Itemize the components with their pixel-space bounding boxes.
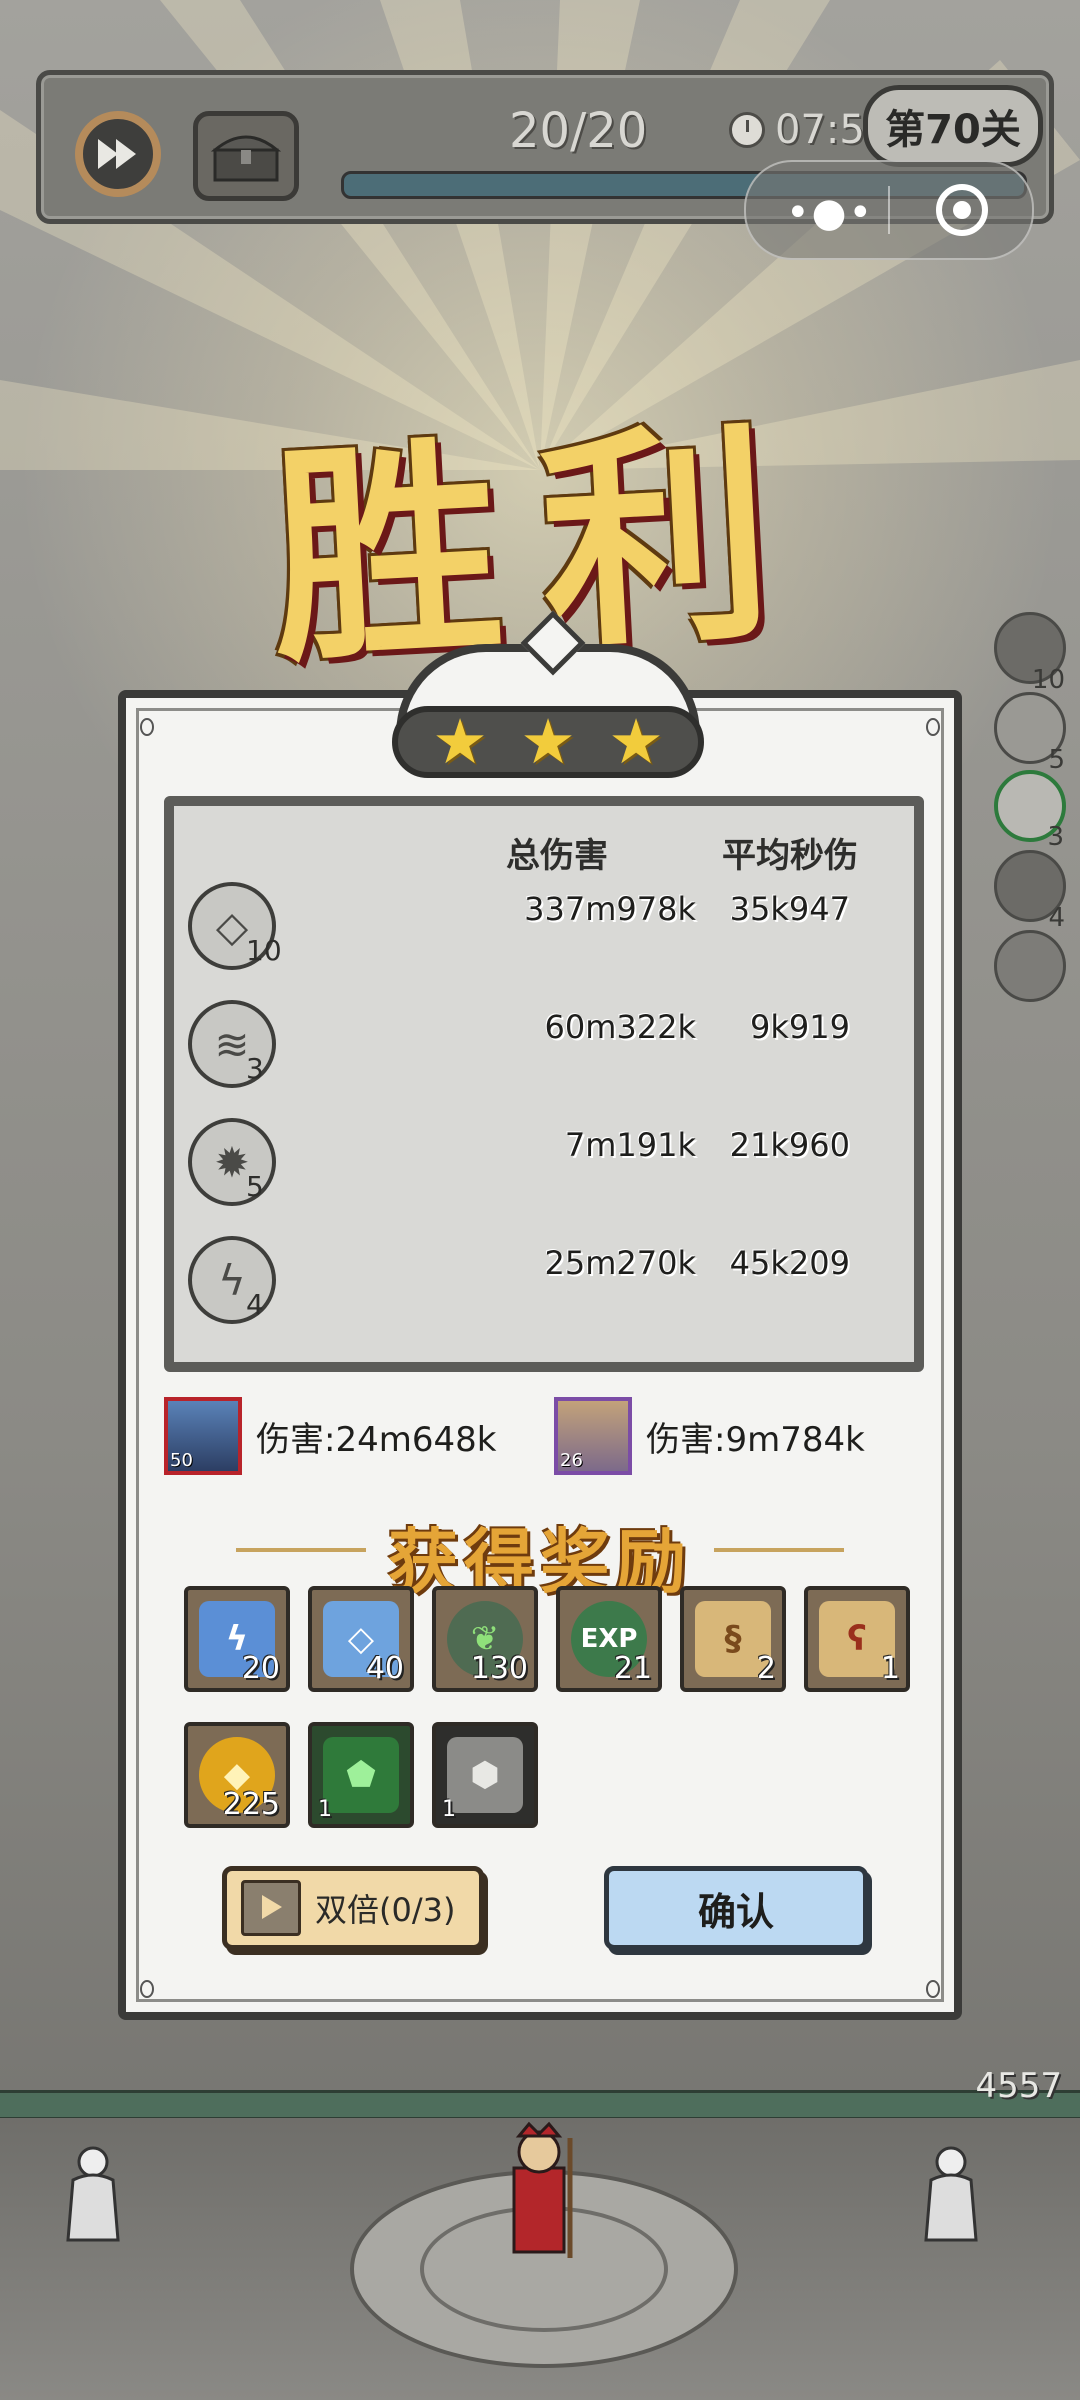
reward-quantity: 1	[880, 1651, 900, 1686]
side-skill-5-icon[interactable]	[994, 930, 1066, 1002]
reward-item[interactable]: § 2	[680, 1586, 786, 1692]
average-dps-value: 35k947	[729, 890, 850, 928]
level-badge: 第70关	[863, 85, 1043, 167]
reward-item[interactable]: ❦ 130	[432, 1586, 538, 1692]
reward-item[interactable]: ʕ 1	[804, 1586, 910, 1692]
reward-item[interactable]: ◇ 40	[308, 1586, 414, 1692]
wave-counter: 20/20	[509, 103, 648, 159]
screw-ornament	[926, 1980, 940, 1998]
hero-level: 50	[170, 1450, 193, 1471]
reward-quantity: 20	[241, 1651, 280, 1686]
side-skill-level: 4	[1048, 903, 1065, 933]
total-damage-header: 总伤害	[506, 836, 608, 876]
total-damage-value: 7m191k	[564, 1126, 696, 1164]
double-reward-button[interactable]: 双倍(0/3)	[222, 1866, 484, 1950]
side-skill-level: 10	[1031, 665, 1065, 695]
fast-forward-button[interactable]	[75, 111, 161, 197]
average-dps-value: 45k209	[729, 1244, 850, 1282]
reward-quantity: 2	[756, 1651, 776, 1686]
video-ad-icon	[241, 1880, 301, 1936]
more-menu-button[interactable]: •●•	[786, 190, 874, 236]
reward-quantity: 21	[613, 1651, 652, 1686]
clock-icon	[729, 112, 765, 148]
hero-damage-value: 伤害:9m784k	[646, 1419, 865, 1460]
screw-ornament	[140, 1980, 154, 1998]
hero-level: 26	[560, 1450, 583, 1471]
side-skill-level: 3	[1047, 822, 1064, 852]
reward-quantity: 1	[318, 1797, 332, 1822]
reward-quantity: 1	[442, 1797, 456, 1822]
average-dps-header: 平均秒伤	[722, 836, 858, 876]
average-dps-value: 9k919	[750, 1008, 850, 1046]
star-icon: ★	[608, 705, 664, 778]
table-row: ◇ 10 337m978k 35k947	[174, 882, 914, 992]
screw-ornament	[140, 718, 154, 736]
side-skill-1-icon[interactable]: 10	[994, 612, 1066, 695]
reward-item[interactable]: ⬢ 1	[432, 1722, 538, 1828]
star-rating: ★ ★ ★	[392, 706, 704, 778]
side-skill-level: 5	[1048, 745, 1065, 775]
skill-level: 5	[246, 1170, 264, 1203]
fast-forward-icon	[98, 139, 136, 169]
total-damage-value: 337m978k	[524, 890, 696, 928]
skill-level: 3	[246, 1052, 264, 1085]
double-reward-label: 双倍(0/3)	[315, 1891, 456, 1929]
green-gem-icon: ⬟	[323, 1737, 399, 1813]
side-skill-2-icon[interactable]: 5	[994, 692, 1066, 775]
capsule-divider	[888, 186, 890, 234]
skill-level: 4	[246, 1288, 264, 1321]
ally-character-icon	[66, 2146, 120, 2242]
mini-program-capsule: •●•	[744, 160, 1034, 260]
reward-item[interactable]: ⬟ 1	[308, 1722, 414, 1828]
treasure-chest-icon	[211, 135, 281, 182]
star-icon: ★	[520, 705, 576, 778]
confirm-button[interactable]: 确认	[604, 1866, 868, 1950]
treasure-chest-button[interactable]	[193, 111, 299, 201]
hero-portrait-icon[interactable]: 50	[164, 1397, 242, 1475]
star-icon: ★	[432, 705, 488, 778]
reward-quantity: 40	[365, 1651, 404, 1686]
reward-quantity: 130	[470, 1651, 528, 1686]
screw-ornament	[926, 718, 940, 736]
average-dps-value: 21k960	[729, 1126, 850, 1164]
table-row: ϟ 4 25m270k 45k209	[174, 1236, 914, 1346]
hero-portrait-icon[interactable]: 26	[554, 1397, 632, 1475]
skill-level: 10	[246, 934, 282, 967]
close-mini-program-icon[interactable]	[936, 184, 988, 236]
hero-damage-2: 26 伤害:9m784k	[554, 1396, 865, 1476]
result-panel: ★ ★ ★ 总伤害 平均秒伤 ◇ 10 337m978k 35k947 ≋ 3 …	[118, 610, 962, 2020]
total-damage-value: 25m270k	[544, 1244, 697, 1282]
ground-bar	[0, 2090, 1080, 2120]
table-row: ≋ 3 60m322k 9k919	[174, 1000, 914, 1110]
reward-item[interactable]: ϟ 20	[184, 1586, 290, 1692]
king-character-icon	[512, 2121, 573, 2258]
ground-counter: 4557	[975, 2066, 1062, 2106]
total-damage-value: 60m322k	[544, 1008, 697, 1046]
reward-quantity: 225	[222, 1787, 280, 1822]
hero-damage-value: 伤害:24m648k	[256, 1419, 497, 1460]
table-row: ✹ 5 7m191k 21k960	[174, 1118, 914, 1228]
reward-item[interactable]: EXP 21	[556, 1586, 662, 1692]
side-skill-3-icon[interactable]: 3	[994, 770, 1066, 852]
damage-stats-table: 总伤害 平均秒伤 ◇ 10 337m978k 35k947 ≋ 3 60m322…	[164, 796, 924, 1372]
silver-ore-icon: ⬢	[447, 1737, 523, 1813]
ally-character-icon	[924, 2146, 978, 2242]
side-skill-4-icon[interactable]: 4	[994, 850, 1066, 933]
reward-item[interactable]: ◆ 225	[184, 1722, 290, 1828]
hero-damage-1: 50 伤害:24m648k	[164, 1396, 496, 1476]
